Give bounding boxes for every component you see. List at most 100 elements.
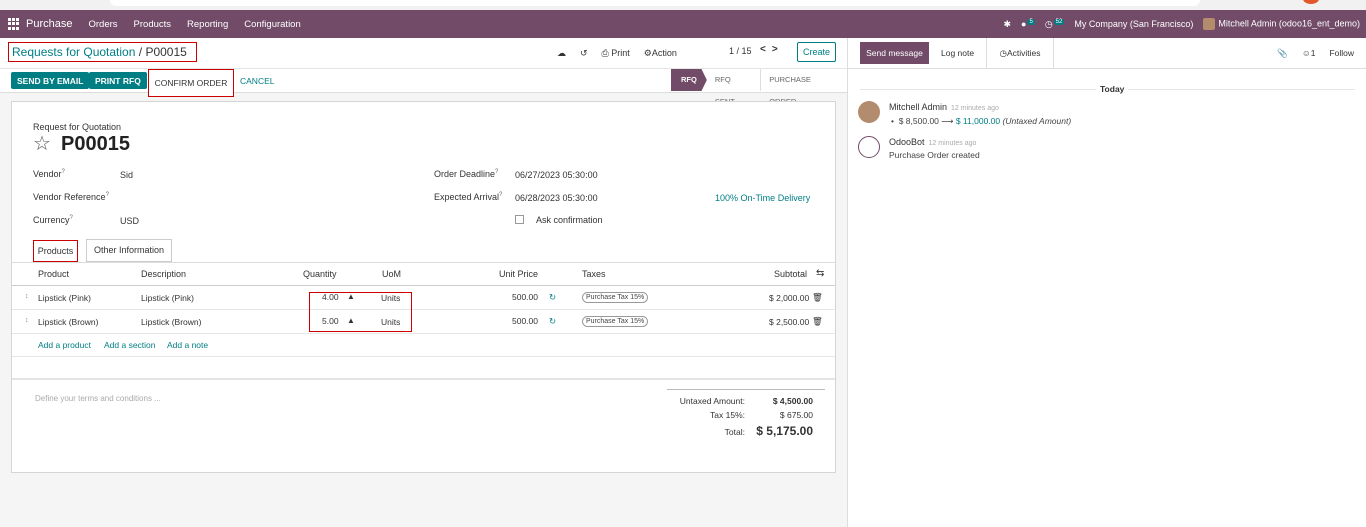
menu-configuration[interactable]: Configuration: [244, 19, 301, 30]
col-product[interactable]: Product: [38, 269, 69, 279]
stage-purchase-order[interactable]: PURCHASE ORDER: [761, 69, 847, 106]
browser-profile-icon[interactable]: [1303, 0, 1319, 4]
breadcrumb-current: P00015: [145, 45, 187, 59]
activities-label: Activities: [1006, 48, 1041, 58]
col-subtotal[interactable]: Subtotal: [774, 269, 807, 279]
message-1-old-value: $ 8,500.00: [898, 116, 939, 126]
col-taxes[interactable]: Taxes: [582, 269, 606, 279]
discard-icon[interactable]: ↺: [580, 48, 588, 59]
row-2-unit-price[interactable]: 500.00: [512, 316, 538, 326]
col-unit-price[interactable]: Unit Price: [499, 269, 538, 279]
activity-count-badge: 52: [1053, 18, 1065, 25]
avatar[interactable]: [858, 101, 880, 123]
date-separator: Today: [1096, 84, 1129, 94]
message-1-header: Mitchell Admin 12 minutes ago: [889, 102, 999, 112]
expected-arrival-label: Expected Arrival?: [434, 192, 503, 202]
trash-icon[interactable]: 🗑: [812, 292, 823, 303]
trash-icon[interactable]: 🗑: [812, 316, 823, 327]
row-divider: [12, 356, 835, 357]
on-time-delivery-button[interactable]: 100% On-Time Delivery: [715, 193, 810, 203]
vendor-label: Vendor?: [33, 169, 65, 179]
app-menu-icon[interactable]: [8, 18, 20, 30]
ask-confirmation-checkbox[interactable]: [515, 215, 524, 224]
chat-icon[interactable]: ● 5: [1021, 19, 1035, 29]
section-divider: [12, 378, 835, 380]
message-1-tracking: • $ 8,500.00 ⟶ $ 11,000.00 (Untaxed Amou…: [891, 116, 1071, 127]
column-settings-icon[interactable]: ⇆: [816, 268, 824, 279]
breadcrumb-separator: /: [138, 45, 143, 59]
star-icon[interactable]: ☆: [33, 134, 51, 154]
log-note-button[interactable]: Log note: [935, 42, 980, 64]
print-menu[interactable]: ⎙ Print: [602, 48, 630, 59]
row-1-unit-price[interactable]: 500.00: [512, 292, 538, 302]
menu-products[interactable]: Products: [134, 19, 172, 30]
row-2-product[interactable]: Lipstick (Brown): [38, 317, 98, 327]
send-message-button[interactable]: Send message: [860, 42, 929, 64]
user-menu[interactable]: Mitchell Admin (odoo16_ent_demo): [1203, 18, 1360, 30]
vendor-reference-field[interactable]: [120, 192, 400, 204]
followers-button[interactable]: ☺1: [1302, 48, 1315, 58]
col-description[interactable]: Description: [141, 269, 186, 279]
company-switcher[interactable]: My Company (San Francisco): [1074, 19, 1193, 29]
order-deadline-field[interactable]: 06/27/2023 05:30:00: [515, 170, 598, 180]
reset-price-icon[interactable]: ↻: [549, 292, 556, 303]
col-quantity[interactable]: Quantity: [303, 269, 337, 279]
pager-next-icon[interactable]: >: [772, 44, 784, 55]
ask-confirmation-label: Ask confirmation: [536, 215, 603, 225]
pager-value[interactable]: 1 / 15: [729, 46, 752, 56]
row-drag-handle-icon[interactable]: ↕: [25, 317, 29, 324]
activities-button[interactable]: ◷Activities: [986, 38, 1054, 68]
menu-reporting[interactable]: Reporting: [187, 19, 228, 30]
vendor-field[interactable]: Sid: [120, 170, 133, 180]
add-note-link[interactable]: Add a note: [167, 340, 208, 350]
follow-button[interactable]: Follow: [1329, 48, 1354, 58]
app-brand[interactable]: Purchase: [26, 18, 72, 30]
col-uom[interactable]: UoM: [382, 269, 401, 279]
row-1-tax-tag[interactable]: Purchase Tax 15%: [582, 292, 649, 303]
print-rfq-button[interactable]: PRINT RFQ: [89, 72, 147, 89]
bullet-icon: •: [891, 116, 894, 126]
breadcrumb-parent[interactable]: Requests for Quotation: [12, 45, 135, 59]
tab-other-information[interactable]: Other Information: [86, 239, 172, 262]
total-value: $ 5,175.00: [756, 424, 813, 438]
add-product-link[interactable]: Add a product: [38, 340, 91, 350]
message-2-time: 12 minutes ago: [928, 140, 977, 147]
cloud-save-icon[interactable]: ☁: [557, 48, 566, 59]
control-panel: Requests for Quotation / P00015 ☁ ↺ ⎙ Pr…: [0, 38, 847, 106]
order-deadline-label: Order Deadline?: [434, 169, 499, 179]
add-section-link[interactable]: Add a section: [104, 340, 156, 350]
row-2-tax-tag[interactable]: Purchase Tax 15%: [582, 316, 649, 327]
row-1-product[interactable]: Lipstick (Pink): [38, 293, 91, 303]
paperclip-icon[interactable]: 📎: [1277, 48, 1288, 59]
message-1-author[interactable]: Mitchell Admin: [889, 102, 947, 112]
send-by-email-button[interactable]: SEND BY EMAIL: [11, 72, 90, 89]
followers-count: 1: [1310, 48, 1316, 58]
currency-label: Currency?: [33, 215, 73, 225]
currency-field[interactable]: USD: [120, 216, 139, 226]
tab-products[interactable]: Products: [33, 240, 78, 262]
stage-rfq-sent[interactable]: RFQ SENT: [707, 69, 762, 106]
navbar-systray: ✱ ● 5 ◷ 52 My Company (San Francisco) Mitc…: [1003, 10, 1360, 38]
stage-rfq[interactable]: RFQ: [671, 69, 707, 91]
cancel-button[interactable]: CANCEL: [240, 72, 274, 89]
browser-top-strip: [0, 0, 1366, 10]
pager-prev-icon[interactable]: <: [760, 44, 772, 55]
action-menu[interactable]: ⚙Action: [644, 48, 677, 59]
odoobot-avatar[interactable]: [858, 136, 880, 158]
status-bar: RFQ RFQ SENT PURCHASE ORDER: [671, 69, 847, 106]
row-1-description[interactable]: Lipstick (Pink): [141, 293, 194, 303]
row-2-subtotal: $ 2,500.00: [769, 317, 810, 327]
row-drag-handle-icon[interactable]: ↕: [25, 293, 29, 300]
reset-price-icon[interactable]: ↻: [549, 316, 556, 327]
confirm-order-button[interactable]: CONFIRM ORDER: [148, 69, 234, 97]
bug-icon[interactable]: ✱: [1003, 19, 1011, 30]
terms-conditions-field[interactable]: Define your terms and conditions ...: [35, 394, 161, 403]
expected-arrival-field[interactable]: 06/28/2023 05:30:00: [515, 193, 598, 203]
message-2-author[interactable]: OdooBot: [889, 137, 925, 147]
browser-address-bar[interactable]: [110, 0, 1200, 6]
activity-clock-icon[interactable]: ◷ 52: [1045, 18, 1065, 30]
menu-orders[interactable]: Orders: [88, 19, 117, 30]
create-button[interactable]: Create: [797, 42, 836, 62]
message-1-new-value: $ 11,000.00: [955, 116, 1001, 126]
row-2-description[interactable]: Lipstick (Brown): [141, 317, 201, 327]
